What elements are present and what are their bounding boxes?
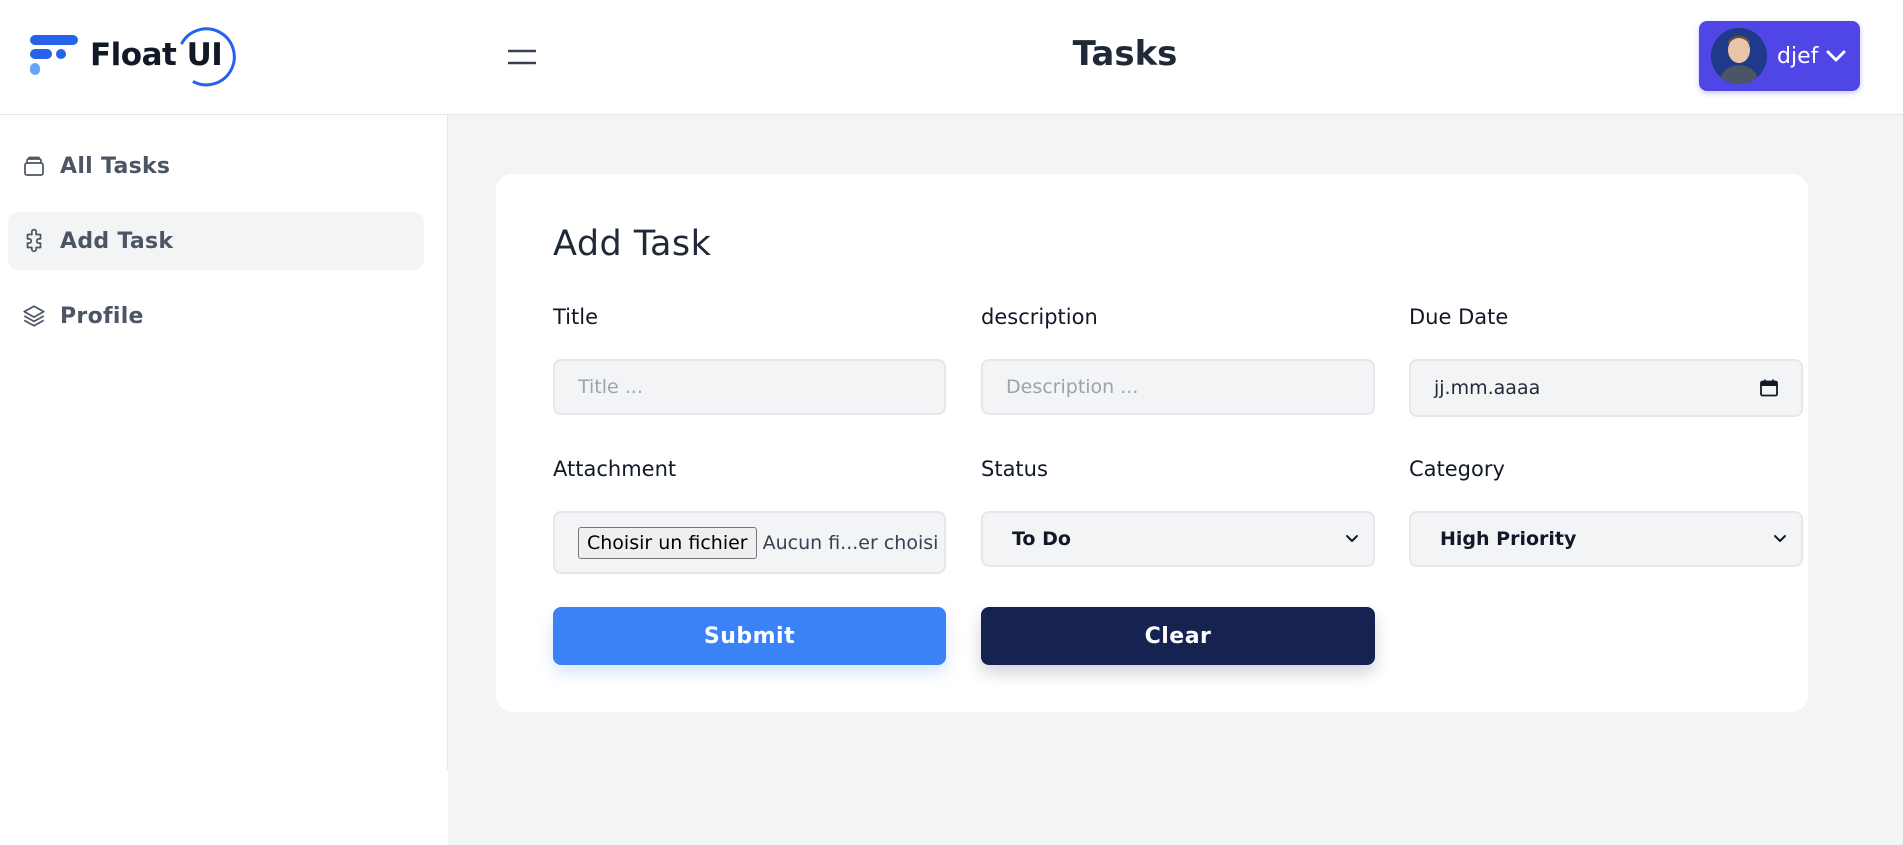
due-date-label: Due Date [1409, 305, 1509, 329]
user-avatar-icon [1711, 28, 1767, 84]
description-input[interactable]: Description ... [981, 359, 1375, 415]
sidebar-item-label: Add Task [60, 228, 174, 254]
main-content: Add Task Title description Due Date Titl… [448, 115, 1903, 845]
logo-ring-icon [180, 27, 237, 87]
attachment-label: Attachment [553, 457, 677, 481]
status-selected-value: To Do [1012, 528, 1071, 550]
archive-icon [20, 152, 48, 180]
page-title: Tasks [1072, 34, 1178, 74]
logo[interactable]: Float UI [28, 22, 237, 88]
avatar [1711, 28, 1767, 84]
hamburger-menu-button[interactable] [503, 40, 541, 74]
title-label: Title [553, 305, 599, 329]
sidebar-item-label: All Tasks [60, 153, 171, 179]
form-title: Add Task [553, 224, 712, 264]
choose-file-button[interactable]: Choisir un fichier [578, 526, 757, 559]
top-header: Float UI Tasks djef [0, 0, 1903, 115]
chevron-down-icon [1774, 535, 1786, 542]
add-task-card: Add Task Title description Due Date Titl… [496, 174, 1808, 712]
chevron-down-icon [1346, 535, 1358, 542]
calendar-icon[interactable] [1759, 378, 1779, 398]
sidebar-item-all-tasks[interactable]: All Tasks [8, 137, 424, 195]
sidebar-item-add-task[interactable]: Add Task [8, 212, 424, 270]
status-select[interactable]: To Do [981, 511, 1375, 567]
category-selected-value: High Priority [1440, 528, 1577, 550]
attachment-input[interactable]: Choisir un fichier Aucun fi...er choisi [553, 511, 946, 574]
logo-text: Float UI [90, 27, 237, 87]
hamburger-icon [508, 49, 536, 65]
sidebar-item-label: Profile [60, 303, 144, 329]
category-label: Category [1409, 457, 1505, 481]
sidebar-item-profile[interactable]: Profile [8, 287, 424, 345]
logo-icon [30, 35, 78, 75]
sidebar: All Tasks Add Task Profile [0, 115, 448, 770]
description-label: description [981, 305, 1098, 329]
user-name: djef [1777, 43, 1819, 69]
submit-button[interactable]: Submit [553, 607, 946, 665]
title-placeholder: Title ... [578, 376, 643, 398]
chevron-down-icon [1826, 50, 1846, 62]
clear-button[interactable]: Clear [981, 607, 1375, 665]
user-menu-button[interactable]: djef [1699, 21, 1860, 91]
layers-icon [20, 302, 48, 330]
description-placeholder: Description ... [1006, 376, 1139, 398]
title-input[interactable]: Title ... [553, 359, 946, 415]
due-date-placeholder: jj.mm.aaaa [1434, 377, 1541, 399]
category-select[interactable]: High Priority [1409, 511, 1803, 567]
due-date-input[interactable]: jj.mm.aaaa [1409, 359, 1803, 417]
puzzle-icon [20, 227, 48, 255]
file-status-text: Aucun fi...er choisi [762, 531, 939, 554]
status-label: Status [981, 457, 1048, 481]
